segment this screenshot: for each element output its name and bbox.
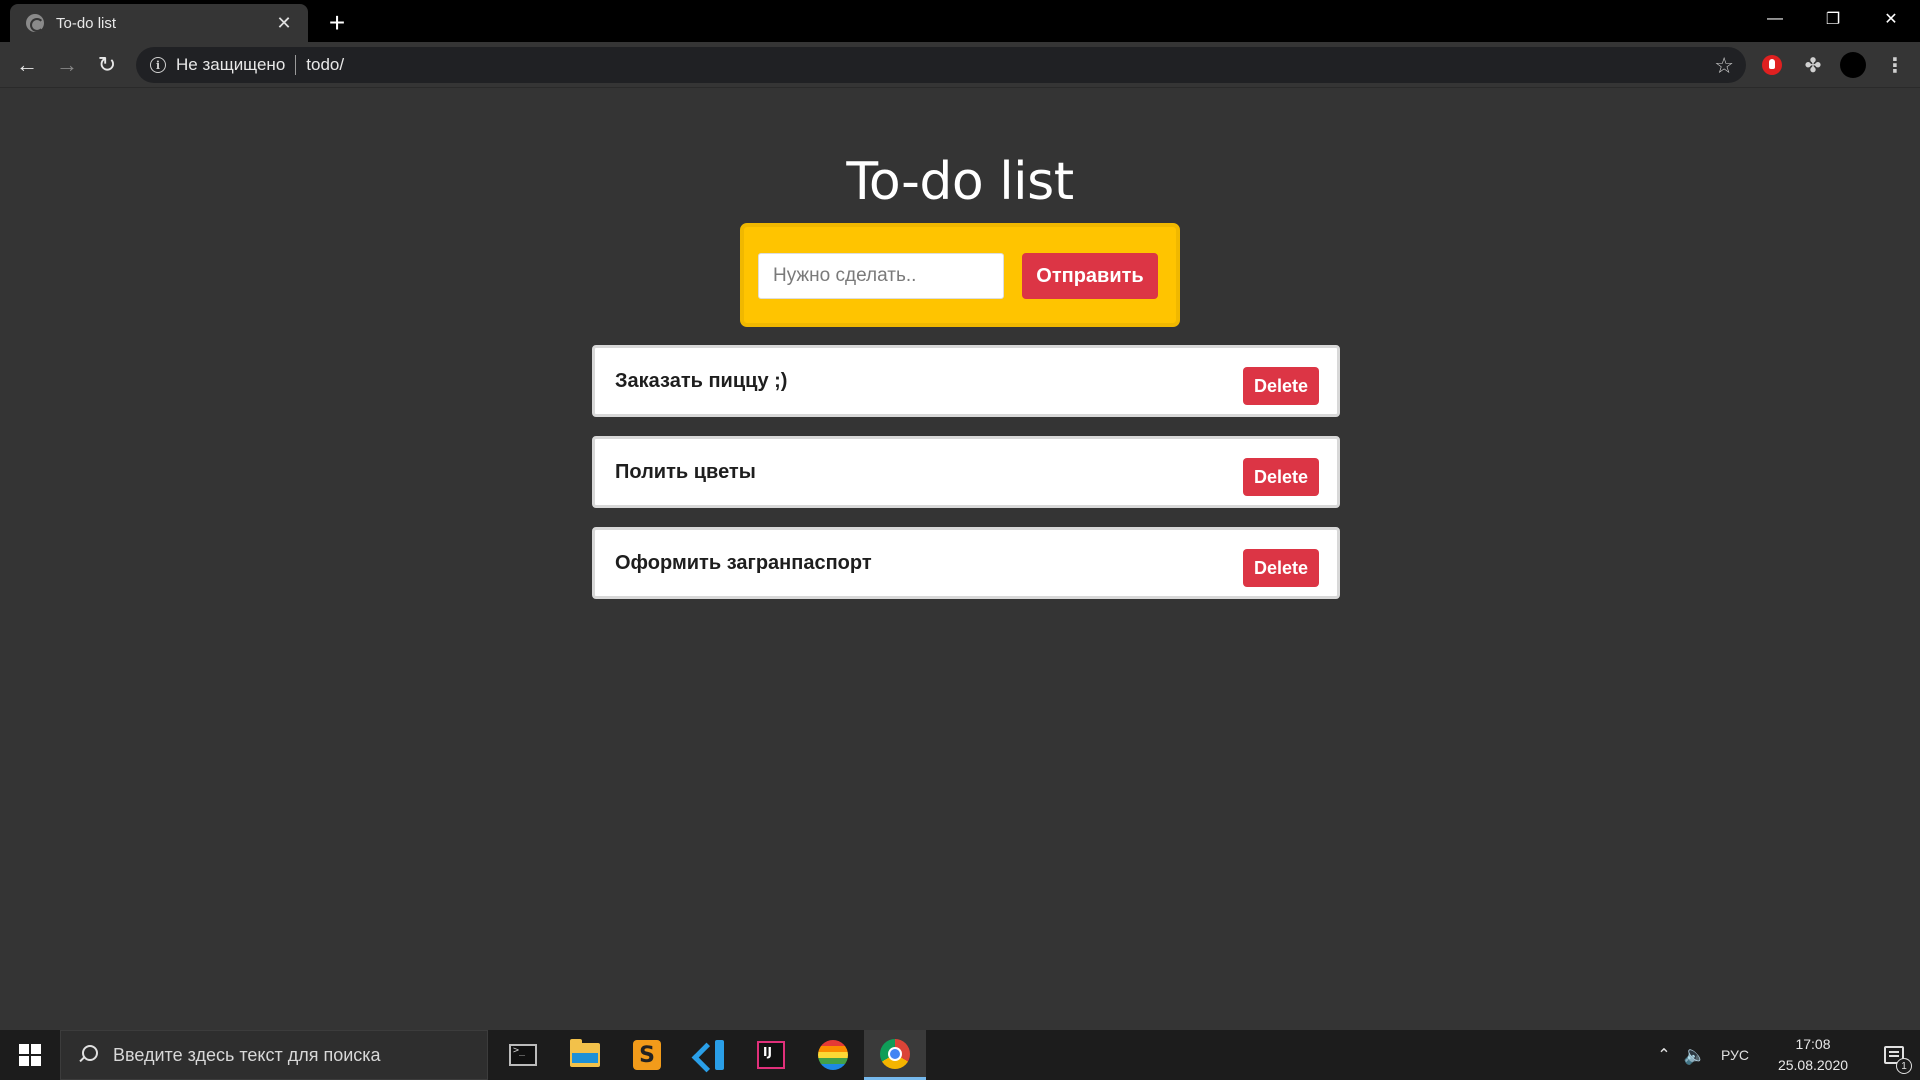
reload-button[interactable]: ↻: [92, 50, 122, 80]
extensions-icon[interactable]: ✤: [1800, 52, 1826, 78]
back-button[interactable]: ←: [12, 50, 42, 80]
tab-close-icon[interactable]: ✕: [274, 13, 294, 33]
security-status[interactable]: Не защищено: [176, 55, 285, 75]
notification-count: 1: [1896, 1058, 1912, 1074]
adblock-icon[interactable]: [1759, 52, 1785, 78]
clock-time: 17:08: [1795, 1036, 1831, 1052]
delete-button[interactable]: Delete: [1243, 458, 1319, 496]
chevron-up-icon[interactable]: ⌃: [1650, 1045, 1678, 1065]
todo-text: Оформить загранпаспорт: [615, 552, 872, 574]
clock-date: 25.08.2020: [1777, 1057, 1849, 1073]
taskbar-search[interactable]: Введите здесь текст для поиска: [60, 1030, 488, 1080]
close-window-button[interactable]: ✕: [1862, 0, 1920, 38]
page-title: To-do list: [846, 152, 1074, 212]
delete-button[interactable]: Delete: [1243, 367, 1319, 405]
taskbar: Введите здесь текст для поиска S IJ ⌃ 🔈 …: [0, 1030, 1920, 1080]
todo-item: Оформить загранпаспорт Delete: [592, 527, 1340, 599]
add-todo-form: Отправить: [740, 223, 1180, 327]
taskbar-search-placeholder: Введите здесь текст для поиска: [113, 1044, 381, 1065]
restore-button[interactable]: ❐: [1804, 0, 1862, 38]
new-tab-button[interactable]: +: [322, 7, 352, 38]
forward-button[interactable]: →: [52, 50, 82, 80]
vscode-icon[interactable]: [678, 1030, 740, 1080]
intellij-icon[interactable]: IJ: [740, 1030, 802, 1080]
tab-title: To-do list: [56, 14, 117, 32]
browser-tab-bar: To-do list ✕ + — ❐ ✕: [0, 0, 1920, 42]
search-icon: [77, 1045, 98, 1065]
rainbow-app-icon[interactable]: [802, 1030, 864, 1080]
info-icon[interactable]: i: [150, 57, 166, 73]
todo-text: Полить цветы: [615, 461, 756, 483]
url-text[interactable]: todo/: [306, 55, 344, 75]
profile-avatar[interactable]: [1840, 52, 1866, 78]
browser-tab[interactable]: To-do list ✕: [10, 4, 308, 42]
browser-toolbar: ← → ↻ i Не защищено todo/ ☆: [0, 42, 1920, 88]
chrome-icon[interactable]: [864, 1030, 926, 1080]
start-button[interactable]: [0, 1030, 60, 1080]
todo-input[interactable]: [758, 253, 1004, 299]
language-indicator[interactable]: РУС: [1712, 1047, 1758, 1063]
star-icon[interactable]: ☆: [1714, 53, 1734, 79]
system-tray: ⌃ 🔈 РУС 17:08 25.08.2020 1: [1650, 1030, 1920, 1080]
address-separator: [295, 55, 297, 75]
todo-text: Заказать пиццу ;): [615, 370, 788, 392]
file-explorer-icon[interactable]: [554, 1030, 616, 1080]
sublime-text-icon[interactable]: S: [616, 1030, 678, 1080]
volume-icon[interactable]: 🔈: [1678, 1045, 1712, 1066]
todo-item: Заказать пиццу ;) Delete: [592, 345, 1340, 417]
todo-item: Полить цветы Delete: [592, 436, 1340, 508]
windows-logo-icon: [19, 1044, 41, 1066]
menu-icon[interactable]: ⋮: [1882, 52, 1908, 78]
terminal-icon[interactable]: [492, 1030, 554, 1080]
delete-button[interactable]: Delete: [1243, 549, 1319, 587]
todo-list: Заказать пиццу ;) Delete Полить цветы De…: [592, 345, 1340, 618]
notification-center-button[interactable]: 1: [1868, 1030, 1920, 1080]
clock[interactable]: 17:08 25.08.2020: [1758, 1034, 1868, 1076]
submit-button[interactable]: Отправить: [1022, 253, 1158, 299]
globe-icon: [26, 14, 44, 32]
minimize-button[interactable]: —: [1746, 0, 1804, 38]
address-bar[interactable]: i Не защищено todo/ ☆: [136, 47, 1746, 83]
page-viewport: To-do list Отправить Заказать пиццу ;) D…: [0, 88, 1920, 1030]
window-controls: — ❐ ✕: [1746, 0, 1920, 38]
